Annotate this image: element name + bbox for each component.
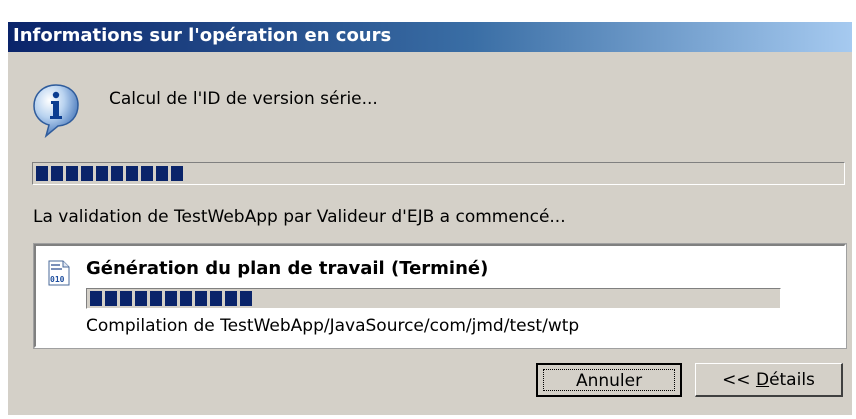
task-progress-bar	[86, 288, 781, 309]
progress-block	[135, 291, 147, 306]
progress-block	[225, 291, 237, 306]
current-task-text: Calcul de l'ID de version série...	[109, 89, 378, 109]
progress-block	[51, 166, 63, 181]
binary-file-icon: 010	[48, 260, 70, 286]
status-text: La validation de TestWebApp par Valideur…	[33, 207, 566, 227]
details-rest: étails	[769, 369, 815, 390]
progress-block	[141, 166, 153, 181]
details-prefix: <<	[722, 369, 756, 390]
progress-block	[120, 291, 132, 306]
main-progress-fill	[33, 163, 187, 184]
progress-block	[111, 166, 123, 181]
main-progress-bar	[32, 162, 845, 185]
info-icon	[33, 84, 79, 138]
progress-block	[240, 291, 252, 306]
progress-block	[210, 291, 222, 306]
progress-block	[150, 291, 162, 306]
progress-block	[36, 166, 48, 181]
task-title: Génération du plan de travail (Terminé)	[86, 258, 489, 279]
progress-dialog: Informations sur l'opération en cours Ca…	[8, 22, 852, 415]
title-bar: Informations sur l'opération en cours	[8, 22, 852, 52]
task-panel: 010 Génération du plan de travail (Termi…	[33, 243, 847, 349]
progress-block	[171, 166, 183, 181]
main-progress-blocks	[36, 166, 186, 181]
cancel-button[interactable]: Annuler	[536, 363, 682, 397]
progress-block	[90, 291, 102, 306]
svg-text:010: 010	[50, 275, 65, 284]
progress-block	[165, 291, 177, 306]
task-progress-fill	[87, 289, 260, 308]
progress-block	[81, 166, 93, 181]
progress-block	[126, 166, 138, 181]
task-detail-text: Compilation de TestWebApp/JavaSource/com…	[86, 316, 580, 336]
progress-block	[105, 291, 117, 306]
progress-block	[66, 166, 78, 181]
progress-block	[180, 291, 192, 306]
task-progress-blocks	[90, 291, 255, 306]
dialog-title: Informations sur l'opération en cours	[13, 25, 392, 46]
details-mnemonic: D	[755, 369, 770, 390]
progress-block	[195, 291, 207, 306]
progress-block	[156, 166, 168, 181]
progress-block	[96, 166, 108, 181]
details-button[interactable]: << Détails	[695, 363, 843, 397]
cancel-button-label: Annuler	[543, 369, 675, 391]
